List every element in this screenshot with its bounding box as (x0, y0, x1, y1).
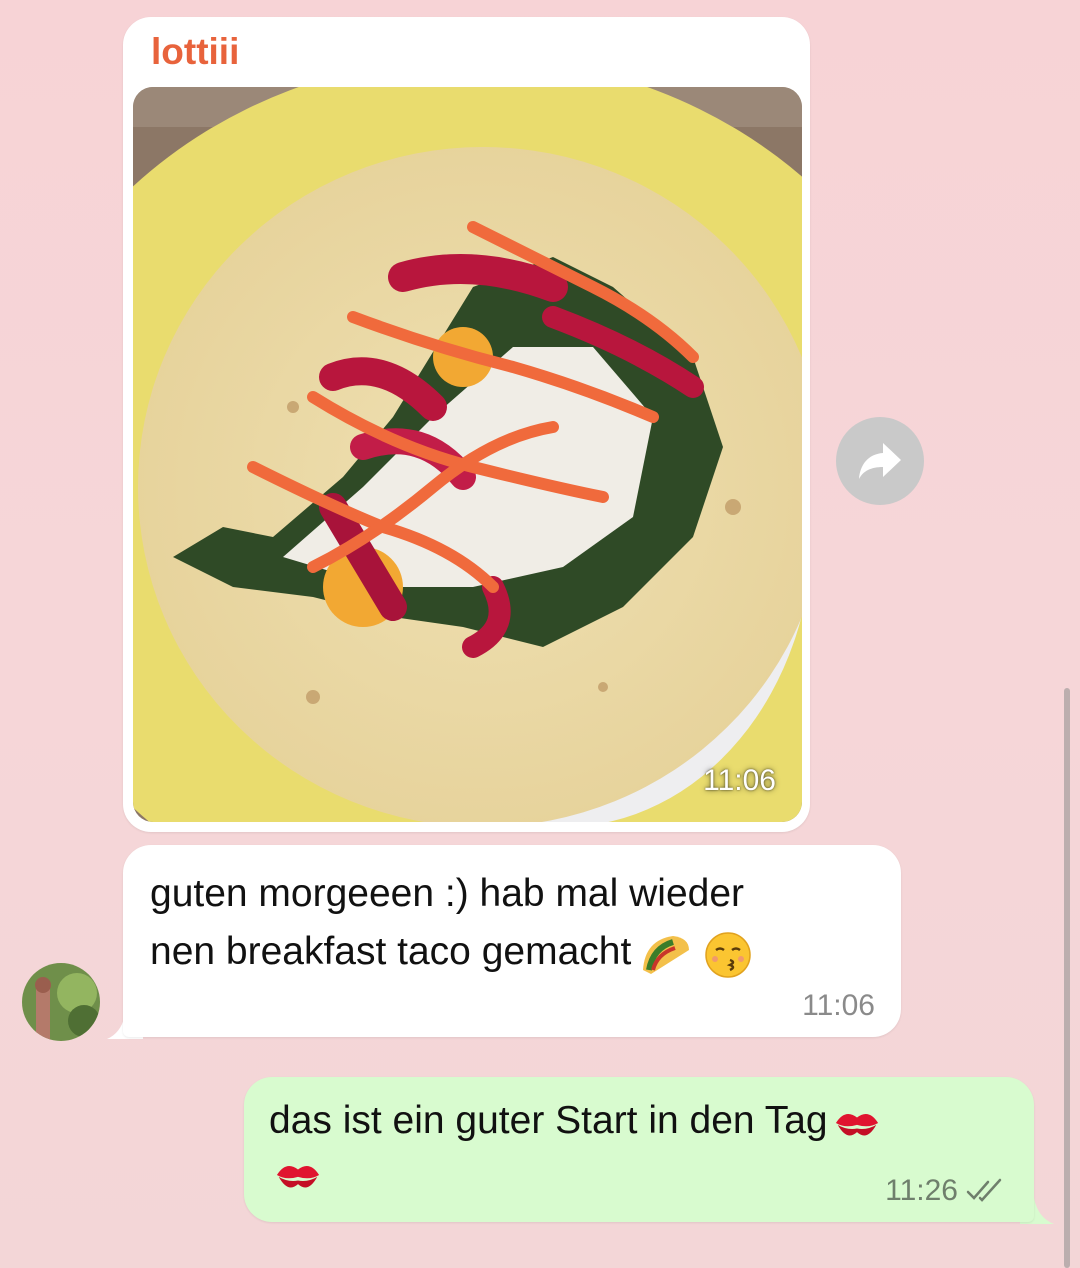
sender-avatar[interactable] (22, 963, 100, 1041)
scrollbar[interactable] (1064, 688, 1070, 1268)
taco-emoji (643, 935, 690, 974)
kiss-mark-emoji (835, 1113, 878, 1136)
outgoing-message-content: das ist ein guter Start in den Tag (269, 1099, 828, 1142)
kissing-face-emoji (705, 931, 752, 978)
image-message-bubble[interactable]: lottiii 11:06 (123, 17, 810, 832)
forward-button[interactable] (836, 417, 924, 505)
outgoing-timestamp-row: 11:26 (885, 1174, 1004, 1208)
double-check-icon (966, 1178, 1002, 1202)
message-line-1: guten morgeeen :) hab mal wieder (150, 872, 745, 915)
message-line-2: nen breakfast taco gemacht (150, 930, 632, 973)
incoming-text-bubble[interactable]: guten morgeeen :) hab mal wieder nen bre… (123, 845, 901, 1037)
incoming-message-text: guten morgeeen :) hab mal wieder nen bre… (150, 865, 880, 981)
image-timestamp: 11:06 (703, 764, 776, 797)
incoming-timestamp: 11:06 (802, 989, 875, 1022)
outgoing-timestamp: 11:26 (885, 1174, 958, 1207)
forward-arrow-icon (859, 443, 901, 479)
sender-name[interactable]: lottiii (151, 31, 239, 73)
kiss-mark-emoji (276, 1165, 320, 1188)
outgoing-text-bubble[interactable]: das ist ein guter Start in den Tag 11:26 (244, 1077, 1034, 1222)
food-photo[interactable]: 11:06 (133, 87, 802, 822)
